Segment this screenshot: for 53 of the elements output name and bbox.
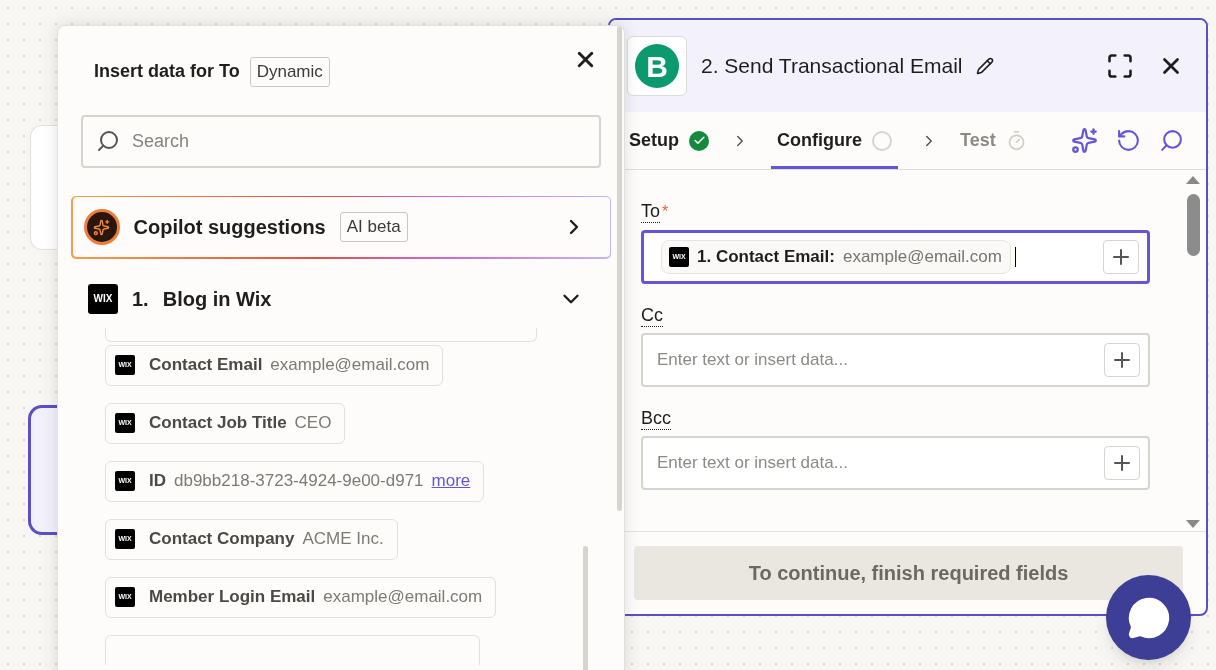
source-name: Blog in Wix — [162, 286, 272, 312]
item-label: Member Login Email — [149, 586, 316, 609]
input-text[interactable]: Enter text or insert data... — [657, 347, 1104, 373]
item-label: ID — [149, 470, 166, 493]
scrollbar-thumb[interactable] — [617, 26, 622, 511]
ai-beta-tag: AI beta — [339, 212, 408, 242]
dynamic-tag: Dynamic — [249, 57, 330, 87]
insert-button[interactable] — [1104, 343, 1140, 377]
text-cursor — [1014, 247, 1016, 267]
copilot-label: Copilot suggestions — [133, 215, 326, 240]
search-input[interactable]: Search — [132, 127, 586, 155]
search-field[interactable]: Search — [81, 114, 601, 168]
app-logo: B — [635, 44, 679, 88]
item-value: db9bb218-3723-4924-9e00-d971 — [174, 470, 424, 493]
item-label: Contact Company — [149, 528, 295, 551]
chat-bubble-icon — [1126, 595, 1171, 640]
field-label: To — [641, 200, 660, 223]
search-icon — [96, 129, 120, 153]
item-label: Contact Job Title — [149, 412, 287, 435]
panel-title: Insert data for To — [94, 60, 240, 84]
workflow-node[interactable] — [28, 405, 57, 535]
insert-button[interactable] — [1104, 446, 1140, 480]
item-label: Contact Email — [149, 354, 263, 377]
wix-logo: WIX — [88, 283, 118, 314]
scroll-down-arrow[interactable] — [1186, 520, 1200, 528]
item-value: ACME Inc. — [302, 528, 384, 551]
pill-value: example@email.com — [842, 246, 1002, 269]
input-field[interactable]: Enter text or insert data... — [641, 333, 1150, 387]
more-link[interactable]: more — [431, 468, 471, 494]
copilot-suggestions-button[interactable]: Copilot suggestions AI beta — [71, 195, 611, 259]
step-number: 1. — [132, 286, 149, 312]
input-text[interactable]: Enter text or insert data... — [657, 450, 1104, 476]
step-title: 2. Send Transactional Email — [701, 53, 963, 80]
field-label: Bcc — [641, 407, 671, 430]
search-icon[interactable] — [1159, 128, 1184, 153]
item-value: example@email.com — [323, 586, 483, 609]
step-tab[interactable]: Setup — [629, 112, 709, 169]
field-label: Cc — [641, 304, 663, 327]
step-tab[interactable]: Configure — [771, 112, 898, 169]
scrollbar-thumb[interactable] — [1186, 194, 1200, 256]
pill-label: 1. Contact Email: — [697, 246, 835, 269]
undo-icon[interactable] — [1116, 128, 1141, 153]
expand-icon[interactable] — [1106, 52, 1134, 80]
scroll-up-arrow[interactable] — [1186, 176, 1200, 184]
edit-icon[interactable] — [976, 57, 995, 75]
scrollbar[interactable] — [1186, 176, 1200, 528]
input-field[interactable]: Enter text or insert data... — [641, 436, 1150, 490]
item-value: CEO — [294, 412, 332, 435]
sparkle-icon[interactable] — [1071, 127, 1098, 154]
item-value: example@email.com — [270, 354, 430, 377]
required-asterisk: * — [662, 202, 669, 222]
insert-button[interactable] — [1103, 240, 1139, 274]
sparkle-badge-icon — [83, 209, 120, 245]
